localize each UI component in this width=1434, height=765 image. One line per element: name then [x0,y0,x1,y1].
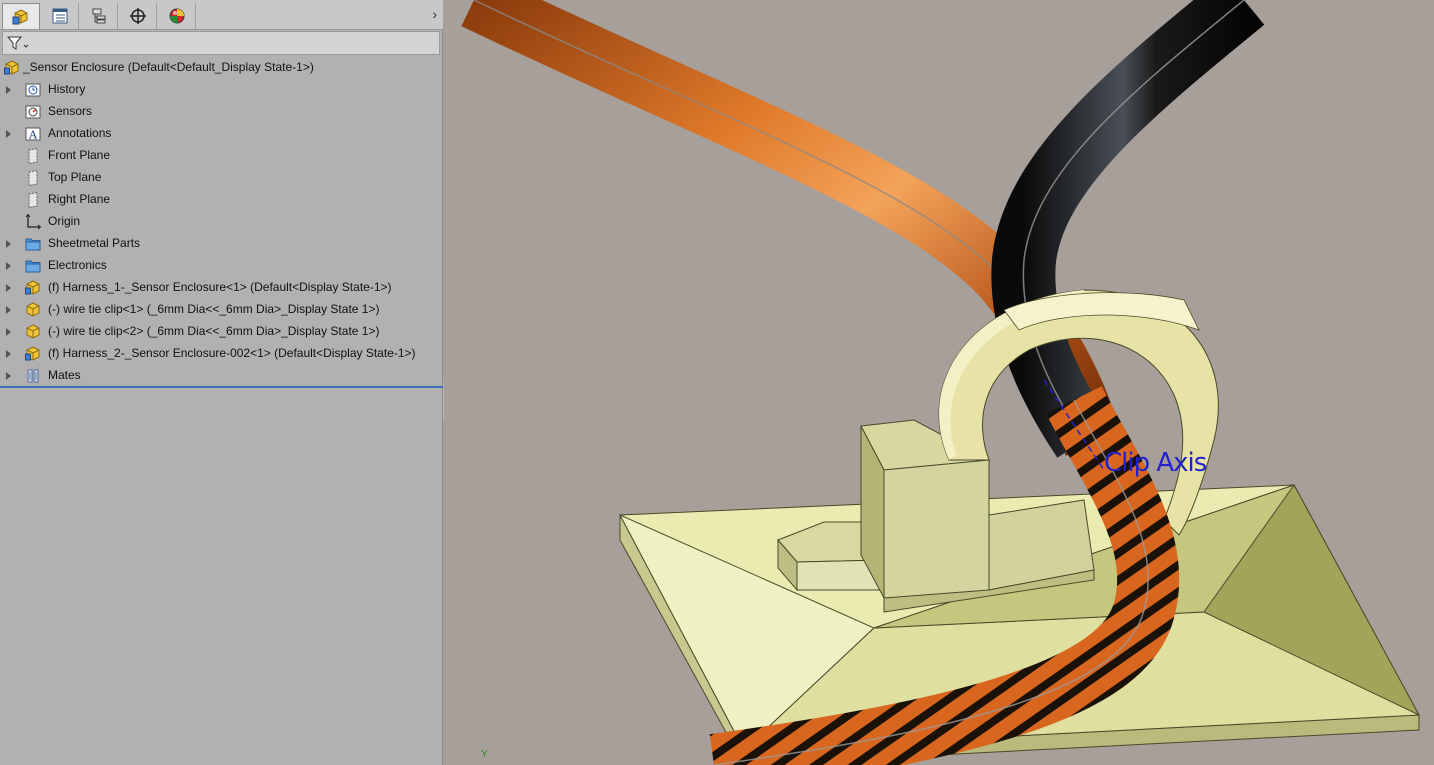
tree-item-harness-2[interactable]: (f) Harness_2-_Sensor Enclosure-002<1> (… [0,343,443,365]
tree-item-harness-1[interactable]: (f) Harness_1-_Sensor Enclosure<1> (Defa… [0,277,443,299]
assembly-icon [12,8,28,24]
tree-item-annotations[interactable]: A Annotations [0,123,443,145]
tree-item-sheetmetal-parts[interactable]: Sheetmetal Parts [0,233,443,255]
origin-icon [25,214,41,230]
configuration-icon [92,8,105,24]
manager-tabs: › [0,0,443,30]
tree-item-sensors[interactable]: Sensors [0,101,443,123]
tree-item-label: Sensors [48,104,93,118]
tree-end-marker [0,386,443,388]
tree-item-label: (-) wire tie clip<1> (_6mm Dia<<_6mm Dia… [48,302,380,316]
tab-feature-manager[interactable] [2,3,40,29]
expand-arrow-icon[interactable] [6,240,11,248]
expand-arrow-icon[interactable] [6,306,11,314]
assembly-icon [4,60,19,75]
tab-property-manager[interactable] [41,3,79,29]
tree-item-origin[interactable]: Origin [0,211,443,233]
tree-item-label: Right Plane [48,192,111,206]
tree-item-label: (f) Harness_2-_Sensor Enclosure-002<1> (… [48,346,416,360]
history-icon [25,83,41,97]
subassembly-icon [25,346,40,361]
expand-arrow-icon[interactable] [6,262,11,270]
tree-item-label: Electronics [48,258,107,272]
part-icon [26,324,40,339]
plane-icon [28,192,38,208]
tree-item-right-plane[interactable]: Right Plane [0,189,443,211]
tree-item-electronics[interactable]: Electronics [0,255,443,277]
part-icon [26,302,40,317]
tree-item-mates[interactable]: Mates [0,365,443,387]
tree-filter-bar[interactable] [2,31,440,55]
tree-root-label: _Sensor Enclosure (Default<Default_Displ… [23,60,314,74]
tree-root[interactable]: _Sensor Enclosure (Default<Default_Displ… [0,57,443,79]
tree-item-front-plane[interactable]: Front Plane [0,145,443,167]
tree-item-label: Mates [48,368,81,382]
tree-item-label: Annotations [48,126,112,140]
crosshair-icon [129,8,146,24]
tree-item-label: Origin [48,214,81,228]
model-render [461,0,1420,765]
chevron-right-icon[interactable]: › [432,6,437,22]
subassembly-icon [25,280,40,295]
clip-axis-annotation[interactable]: Clip Axis [1104,448,1207,478]
tab-display-manager[interactable] [158,3,196,29]
expand-arrow-icon[interactable] [6,350,11,358]
tab-dimxpert-manager[interactable] [119,3,157,29]
expand-arrow-icon[interactable] [6,86,11,94]
expand-arrow-icon[interactable] [6,372,11,380]
triad-y-axis-label: Y [481,749,488,760]
annotations-icon: A [25,127,41,142]
folder-icon [25,260,41,273]
tree-item-label: Top Plane [48,170,102,184]
plane-icon [28,170,38,186]
tree-item-label: (f) Harness_1-_Sensor Enclosure<1> (Defa… [48,280,392,294]
graphics-viewport[interactable]: Clip Axis Y [444,0,1434,765]
property-manager-icon [52,8,67,24]
tab-configuration-manager[interactable] [80,3,118,29]
expand-arrow-icon[interactable] [6,130,11,138]
tree-item-label: (-) wire tie clip<2> (_6mm Dia<<_6mm Dia… [48,324,380,338]
tree-item-label: Front Plane [48,148,111,162]
tree-item-top-plane[interactable]: Top Plane [0,167,443,189]
appearance-sphere-icon [169,8,184,24]
tree-item-wire-tie-clip-2[interactable]: (-) wire tie clip<2> (_6mm Dia<<_6mm Dia… [0,321,443,343]
mates-icon [27,369,39,383]
filter-icon[interactable] [6,35,30,51]
expand-arrow-icon[interactable] [6,328,11,336]
tree-item-label: History [48,82,86,96]
tree-item-label: Sheetmetal Parts [48,236,141,250]
tree-item-history[interactable]: History [0,79,443,101]
feature-manager-panel: › _Sensor Enclosure (Default<Default_Dis… [0,0,443,765]
tree-item-wire-tie-clip-1[interactable]: (-) wire tie clip<1> (_6mm Dia<<_6mm Dia… [0,299,443,321]
expand-arrow-icon[interactable] [6,284,11,292]
svg-text:A: A [28,129,38,142]
sensors-icon [25,105,41,119]
folder-icon [25,238,41,251]
plane-icon [28,148,38,164]
